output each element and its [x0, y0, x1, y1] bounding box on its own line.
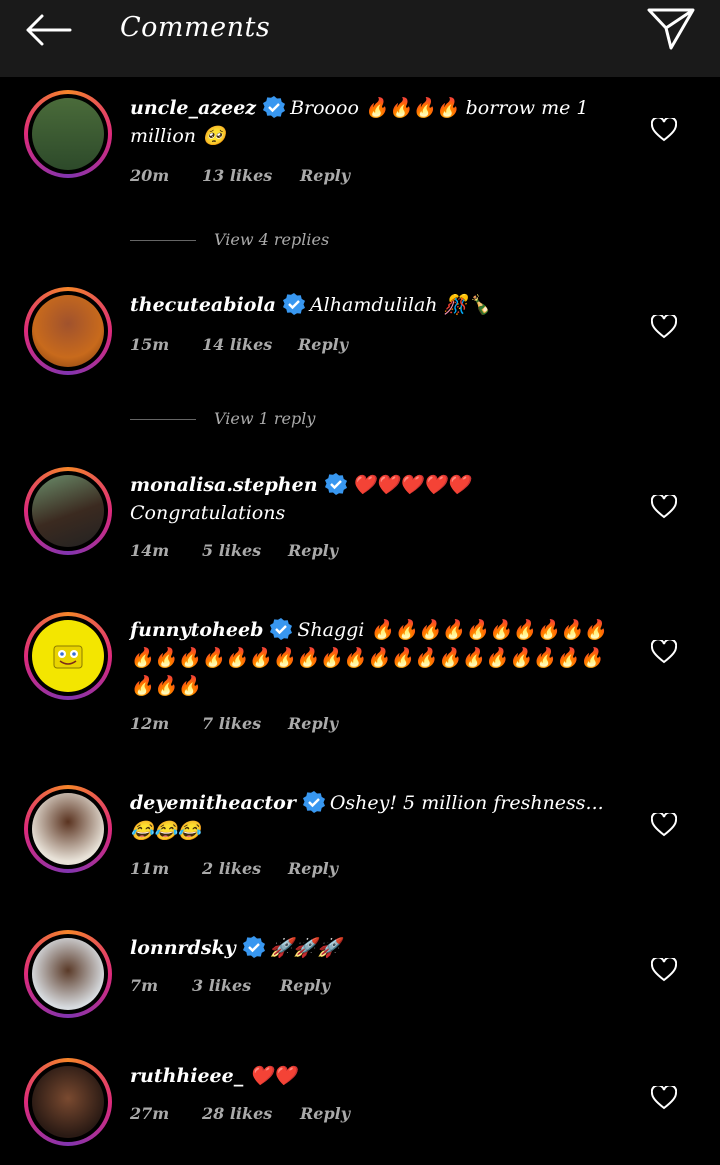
comment-text: uncle_azeez Broooo 🔥🔥🔥🔥 borrow me 1 milli… [130, 94, 620, 150]
comment-text: thecuteabiola Alhamdulilah 🎊🍾 [130, 291, 620, 319]
timestamp: 7m [130, 976, 159, 995]
reply-button[interactable]: Reply [288, 714, 338, 733]
heart-icon[interactable] [651, 1086, 677, 1110]
verified-badge-icon [324, 473, 347, 495]
username[interactable]: monalisa.stephen [130, 474, 318, 496]
username[interactable]: ruthhieee_ [130, 1065, 243, 1087]
comment-item: deyemitheactor Oshey! 5 million freshness… [0, 785, 720, 905]
send-icon[interactable] [646, 6, 696, 52]
username[interactable]: uncle_azeez [130, 97, 256, 119]
comment-item: uncle_azeez Broooo 🔥🔥🔥🔥 borrow me 1 milli… [0, 90, 720, 250]
comment-item: thecuteabiola Alhamdulilah 🎊🍾 15m 14 like… [0, 287, 720, 437]
username[interactable]: thecuteabiola [130, 294, 276, 316]
reply-button[interactable]: Reply [288, 541, 338, 560]
timestamp: 12m [130, 714, 170, 733]
heart-icon[interactable] [651, 315, 677, 339]
avatar[interactable] [24, 785, 112, 873]
heart-icon[interactable] [651, 813, 677, 837]
comment-item: funnytoheeb Shaggi 🔥🔥🔥🔥🔥🔥🔥🔥🔥🔥🔥🔥🔥🔥🔥🔥🔥🔥🔥🔥🔥🔥… [0, 612, 720, 752]
comment-text: monalisa.stephen ❤️❤️❤️❤️❤️ Congratulatio… [130, 471, 620, 527]
reply-button[interactable]: Reply [288, 859, 338, 878]
verified-badge-icon [263, 96, 286, 118]
divider [130, 419, 196, 420]
likes-count[interactable]: 13 likes [202, 166, 272, 185]
verified-badge-icon [270, 618, 293, 640]
verified-badge-icon [242, 936, 265, 958]
likes-count[interactable]: 5 likes [202, 541, 261, 560]
likes-count[interactable]: 14 likes [202, 335, 272, 354]
comment-body: 🚀🚀🚀 [269, 937, 341, 959]
comment-body: ❤️❤️ [249, 1065, 297, 1087]
heart-icon[interactable] [651, 640, 677, 664]
likes-count[interactable]: 2 likes [202, 859, 261, 878]
verified-badge-icon [282, 293, 305, 315]
reply-button[interactable]: Reply [300, 166, 350, 185]
username[interactable]: lonnrdsky [130, 937, 236, 959]
comment-item: ruthhieee_ ❤️❤️ 27m 28 likes Reply [0, 1058, 720, 1158]
likes-count[interactable]: 7 likes [202, 714, 261, 733]
divider [130, 240, 196, 241]
timestamp: 11m [130, 859, 170, 878]
comment-body: Alhamdulilah 🎊🍾 [309, 294, 491, 316]
likes-count[interactable]: 28 likes [202, 1104, 272, 1123]
comment-text: lonnrdsky 🚀🚀🚀 [130, 934, 620, 962]
comment-text: deyemitheactor Oshey! 5 million freshness… [130, 789, 620, 845]
back-arrow-icon[interactable] [22, 10, 74, 50]
timestamp: 20m [130, 166, 170, 185]
timestamp: 27m [130, 1104, 170, 1123]
reply-button[interactable]: Reply [280, 976, 330, 995]
page-title: Comments [120, 12, 271, 43]
avatar[interactable] [24, 467, 112, 555]
likes-count[interactable]: 3 likes [192, 976, 251, 995]
avatar[interactable] [24, 930, 112, 1018]
comment-text: funnytoheeb Shaggi 🔥🔥🔥🔥🔥🔥🔥🔥🔥🔥🔥🔥🔥🔥🔥🔥🔥🔥🔥🔥🔥🔥… [130, 616, 620, 700]
heart-icon[interactable] [651, 118, 677, 142]
reply-button[interactable]: Reply [300, 1104, 350, 1123]
comment-item: monalisa.stephen ❤️❤️❤️❤️❤️ Congratulatio… [0, 467, 720, 587]
reply-button[interactable]: Reply [298, 335, 348, 354]
username[interactable]: deyemitheactor [130, 792, 296, 814]
avatar[interactable] [24, 90, 112, 178]
avatar[interactable] [24, 1058, 112, 1146]
top-bar: Comments [0, 0, 720, 77]
avatar[interactable] [24, 287, 112, 375]
avatar[interactable] [24, 612, 112, 700]
heart-icon[interactable] [651, 958, 677, 982]
spongebob-icon [53, 645, 83, 669]
timestamp: 15m [130, 335, 170, 354]
username[interactable]: funnytoheeb [130, 619, 263, 641]
verified-badge-icon [302, 791, 325, 813]
heart-icon[interactable] [651, 495, 677, 519]
comment-item: lonnrdsky 🚀🚀🚀 7m 3 likes Reply [0, 930, 720, 1030]
timestamp: 14m [130, 541, 170, 560]
comment-text: ruthhieee_ ❤️❤️ [130, 1062, 620, 1090]
